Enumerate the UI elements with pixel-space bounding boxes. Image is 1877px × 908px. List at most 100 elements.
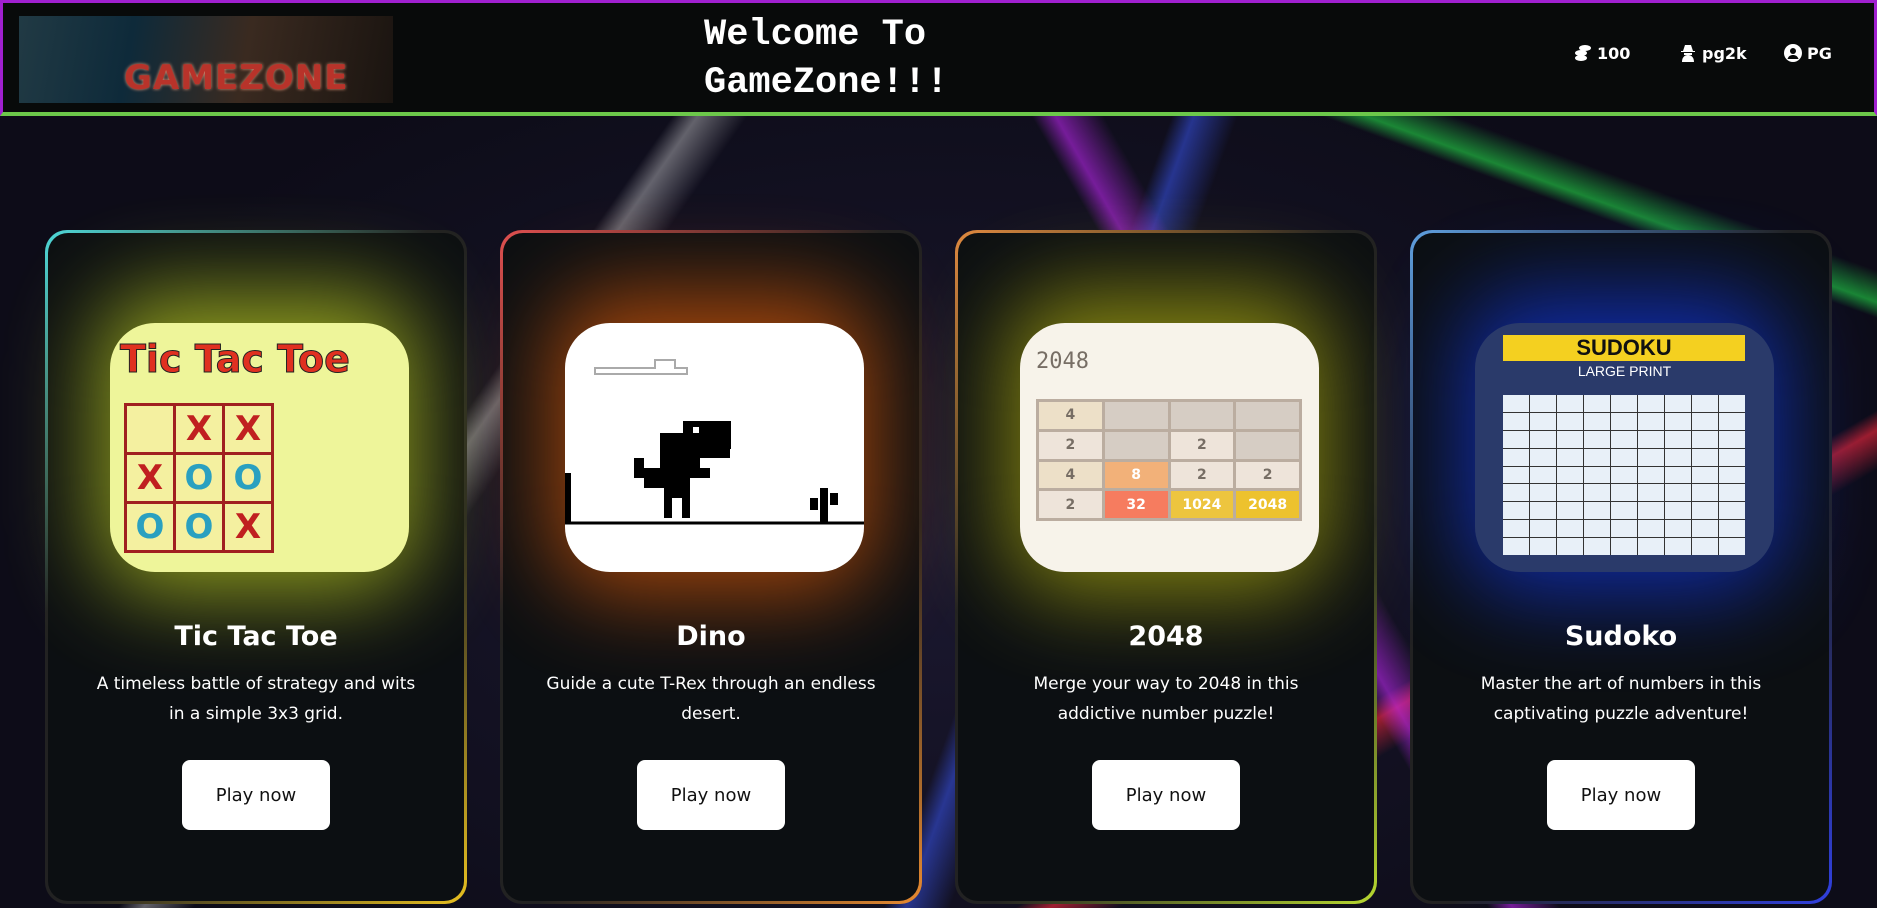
sudoku-cell [1638, 538, 1664, 555]
sudoku-cell [1692, 484, 1718, 502]
sudoku-cell [1719, 520, 1745, 538]
tile: 4 [1039, 461, 1102, 489]
sudoku-cell [1557, 448, 1583, 466]
sudoku-cell [1503, 502, 1529, 520]
tile [1104, 402, 1168, 429]
sudoku-cell [1719, 395, 1745, 412]
tile: 4 [1039, 402, 1102, 429]
sudoku-cell [1638, 502, 1664, 520]
sudoku-cell [1584, 484, 1610, 502]
sudoku-cell [1530, 395, 1556, 412]
tile [1236, 402, 1299, 429]
ttt-cell: X [225, 406, 271, 452]
sudoku-cell [1503, 538, 1529, 555]
coins-icon [1575, 45, 1591, 61]
sudoku-cell [1584, 502, 1610, 520]
tile: 2 [1170, 431, 1234, 459]
game-card: Tic Tac Toe X X X O O O O X Tic Tac Toe A timele… [45, 230, 467, 904]
sudoku-cell [1719, 448, 1745, 466]
tile [1170, 402, 1234, 429]
profile-button[interactable]: PG [1783, 43, 1832, 63]
sudoku-cell [1530, 430, 1556, 448]
sudoku-cell [1557, 466, 1583, 484]
ttt-cell: O [127, 504, 173, 550]
sudoku-cell [1584, 448, 1610, 466]
tile: 32 [1104, 491, 1168, 518]
ttt-cell: O [176, 455, 222, 501]
sudoku-cell [1584, 538, 1610, 555]
game-description: Guide a cute T-Rex through an endless de… [546, 674, 876, 724]
game-description: A timeless battle of strategy and wits i… [96, 674, 416, 724]
game-title: Sudoko [1564, 621, 1678, 652]
gamezone-logo[interactable]: GAMEZONE [19, 16, 393, 103]
sudoku-cell [1584, 395, 1610, 412]
sudoku-cell [1503, 520, 1529, 538]
tile [1236, 431, 1299, 459]
page-title: Welcome To GameZone!!! [704, 14, 949, 104]
sudoku-cell [1638, 520, 1664, 538]
sudoku-cell [1530, 466, 1556, 484]
game-description: Master the art of numbers in this captiv… [1480, 674, 1762, 724]
sudoku-cell [1503, 484, 1529, 502]
sudoku-cell [1530, 412, 1556, 430]
sudoku-cell [1530, 484, 1556, 502]
sudoku-cell [1584, 430, 1610, 448]
sudoku-cell [1503, 395, 1529, 412]
game-thumbnail[interactable]: Tic Tac Toe X X X O O O O X [110, 323, 409, 572]
sudoku-cell [1557, 538, 1583, 555]
sudoku-cell [1665, 412, 1691, 430]
sudoku-cell [1611, 520, 1637, 538]
sudoku-cell [1719, 538, 1745, 555]
sudoku-cell [1719, 430, 1745, 448]
ttt-cell [127, 406, 173, 452]
sudoku-cell [1638, 430, 1664, 448]
dino-icon [565, 359, 864, 525]
play-now-button[interactable]: Play now [637, 760, 785, 830]
ttt-cell: X [225, 504, 271, 550]
sudoku-cell [1692, 395, 1718, 412]
game-card: SUDOKU LARGE PRINT Sudoko Master the art … [1410, 230, 1832, 904]
sudoku-cell [1692, 520, 1718, 538]
sudoku-cell [1584, 412, 1610, 430]
sudoku-cell [1692, 538, 1718, 555]
sudoku-cell [1503, 448, 1529, 466]
tile: 2 [1039, 491, 1102, 518]
ttt-cell: O [225, 455, 271, 501]
sudoku-cell [1692, 448, 1718, 466]
sudoku-cell [1692, 430, 1718, 448]
play-now-button[interactable]: Play now [1547, 760, 1695, 830]
play-now-button[interactable]: Play now [1092, 760, 1240, 830]
sudoku-cell [1611, 412, 1637, 430]
sudoku-cell [1530, 538, 1556, 555]
thumb-subheading: LARGE PRINT [1577, 363, 1672, 379]
sudoku-cell [1584, 520, 1610, 538]
tile: 2 [1170, 461, 1234, 489]
sudoku-cell [1557, 430, 1583, 448]
tile: 1024 [1170, 491, 1234, 518]
game-title: 2048 [1128, 621, 1204, 652]
sudoku-cell [1611, 538, 1637, 555]
game-thumbnail[interactable] [565, 323, 864, 572]
sudoku-cell [1557, 412, 1583, 430]
sudoku-cell [1503, 430, 1529, 448]
tile: 2048 [1236, 491, 1299, 518]
sudoku-cell [1665, 538, 1691, 555]
sudoku-cell [1665, 502, 1691, 520]
game-description: Merge your way to 2048 in this addictive… [1033, 674, 1299, 724]
game-thumbnail[interactable]: SUDOKU LARGE PRINT [1475, 323, 1774, 572]
thumb-heading: Tic Tac Toe [120, 337, 351, 382]
game-thumbnail[interactable]: 2048 4 2 2 4 8 2 2 2 32 1024 2048 [1020, 323, 1319, 572]
sudoku-cell [1665, 466, 1691, 484]
sudoku-cell [1665, 430, 1691, 448]
sudoku-cell [1530, 520, 1556, 538]
sudoku-cell [1665, 520, 1691, 538]
sudoku-cell [1665, 484, 1691, 502]
play-now-button[interactable]: Play now [182, 760, 330, 830]
sudoku-cell [1638, 395, 1664, 412]
sudoku-cell [1557, 484, 1583, 502]
sudoku-cell [1530, 448, 1556, 466]
username-display[interactable]: pg2k [1678, 43, 1747, 63]
sudoku-cell [1611, 502, 1637, 520]
ttt-cell: O [176, 504, 222, 550]
sudoku-cell [1503, 412, 1529, 430]
